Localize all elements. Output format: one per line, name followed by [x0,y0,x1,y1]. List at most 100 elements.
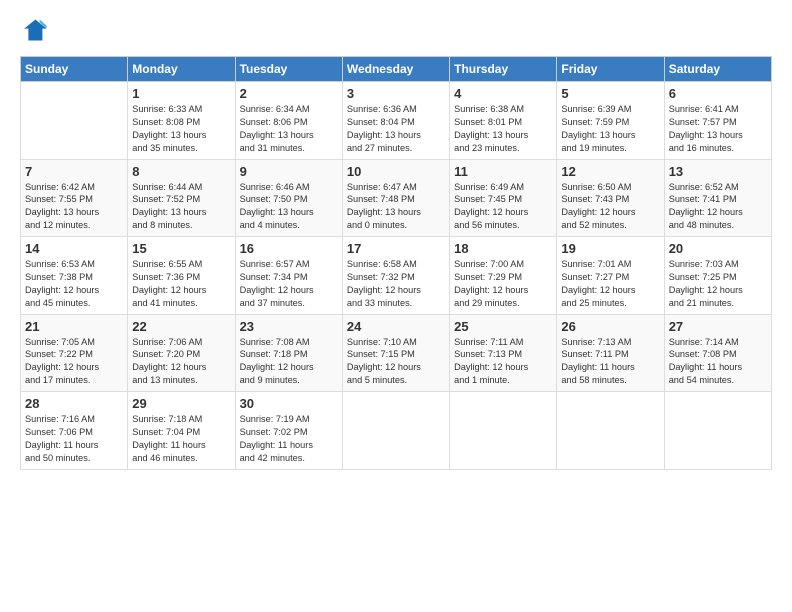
day-info: Sunrise: 6:47 AM Sunset: 7:48 PM Dayligh… [347,181,445,233]
day-number: 6 [669,86,767,101]
calendar-week-row: 28 Sunrise: 7:16 AM Sunset: 7:06 PM Dayli… [21,392,772,470]
calendar-cell: 11 Sunrise: 6:49 AM Sunset: 7:45 PM Dayli… [450,159,557,237]
day-number: 14 [25,241,123,256]
calendar-cell: 25Sunrise: 7:11 AM Sunset: 7:13 PM Dayli… [450,314,557,392]
calendar-cell: 5Sunrise: 6:39 AM Sunset: 7:59 PM Daylig… [557,82,664,160]
calendar-cell: 19 Sunrise: 7:01 AM Sunset: 7:27 PM Dayli… [557,237,664,315]
calendar-cell: 8Sunrise: 6:44 AM Sunset: 7:52 PM Daylig… [128,159,235,237]
day-number: 28 [25,396,123,411]
calendar-cell: 28 Sunrise: 7:16 AM Sunset: 7:06 PM Dayli… [21,392,128,470]
header-day: Wednesday [342,57,449,82]
calendar-cell: 2 Sunrise: 6:34 AM Sunset: 8:06 PM Daylig… [235,82,342,160]
calendar-cell: 7 Sunrise: 6:42 AM Sunset: 7:55 PM Daylig… [21,159,128,237]
day-info: Sunrise: 6:55 AM Sunset: 7:36 PM Dayligh… [132,258,230,310]
day-number: 8 [132,164,230,179]
calendar-table: SundayMondayTuesdayWednesdayThursdayFrid… [20,56,772,470]
calendar-cell: 1Sunrise: 6:33 AM Sunset: 8:08 PM Daylig… [128,82,235,160]
calendar-cell: 23Sunrise: 7:08 AM Sunset: 7:18 PM Dayli… [235,314,342,392]
calendar-cell [450,392,557,470]
day-number: 9 [240,164,338,179]
calendar-cell: 20 Sunrise: 7:03 AM Sunset: 7:25 PM Dayli… [664,237,771,315]
logo-icon [20,16,48,44]
calendar-cell: 26 Sunrise: 7:13 AM Sunset: 7:11 PM Dayli… [557,314,664,392]
day-info: Sunrise: 6:53 AM Sunset: 7:38 PM Dayligh… [25,258,123,310]
calendar-cell: 3 Sunrise: 6:36 AM Sunset: 8:04 PM Daylig… [342,82,449,160]
day-info: Sunrise: 7:18 AM Sunset: 7:04 PM Dayligh… [132,413,230,465]
calendar-cell: 13 Sunrise: 6:52 AM Sunset: 7:41 PM Dayli… [664,159,771,237]
calendar-cell: 27 Sunrise: 7:14 AM Sunset: 7:08 PM Dayli… [664,314,771,392]
day-info: Sunrise: 7:05 AM Sunset: 7:22 PM Dayligh… [25,336,123,388]
day-number: 17 [347,241,445,256]
day-number: 21 [25,319,123,334]
day-number: 3 [347,86,445,101]
day-number: 26 [561,319,659,334]
day-info: Sunrise: 7:16 AM Sunset: 7:06 PM Dayligh… [25,413,123,465]
logo [20,16,52,44]
header-day: Sunday [21,57,128,82]
calendar-week-row: 14 Sunrise: 6:53 AM Sunset: 7:38 PM Dayli… [21,237,772,315]
day-number: 11 [454,164,552,179]
day-number: 10 [347,164,445,179]
calendar-cell: 21 Sunrise: 7:05 AM Sunset: 7:22 PM Dayli… [21,314,128,392]
day-number: 15 [132,241,230,256]
calendar-cell [21,82,128,160]
day-info: Sunrise: 7:19 AM Sunset: 7:02 PM Dayligh… [240,413,338,465]
header-day: Saturday [664,57,771,82]
day-number: 7 [25,164,123,179]
day-info: Sunrise: 6:38 AM Sunset: 8:01 PM Dayligh… [454,103,552,155]
day-number: 4 [454,86,552,101]
day-info: Sunrise: 6:52 AM Sunset: 7:41 PM Dayligh… [669,181,767,233]
day-info: Sunrise: 7:14 AM Sunset: 7:08 PM Dayligh… [669,336,767,388]
day-info: Sunrise: 7:11 AM Sunset: 7:13 PM Dayligh… [454,336,552,388]
calendar-cell: 18Sunrise: 7:00 AM Sunset: 7:29 PM Dayli… [450,237,557,315]
calendar-week-row: 1Sunrise: 6:33 AM Sunset: 8:08 PM Daylig… [21,82,772,160]
day-info: Sunrise: 7:03 AM Sunset: 7:25 PM Dayligh… [669,258,767,310]
day-number: 2 [240,86,338,101]
day-info: Sunrise: 6:46 AM Sunset: 7:50 PM Dayligh… [240,181,338,233]
header-day: Friday [557,57,664,82]
calendar-cell: 30 Sunrise: 7:19 AM Sunset: 7:02 PM Dayli… [235,392,342,470]
day-info: Sunrise: 6:34 AM Sunset: 8:06 PM Dayligh… [240,103,338,155]
day-info: Sunrise: 7:10 AM Sunset: 7:15 PM Dayligh… [347,336,445,388]
day-info: Sunrise: 6:39 AM Sunset: 7:59 PM Dayligh… [561,103,659,155]
day-info: Sunrise: 6:58 AM Sunset: 7:32 PM Dayligh… [347,258,445,310]
calendar-cell: 16 Sunrise: 6:57 AM Sunset: 7:34 PM Dayli… [235,237,342,315]
day-number: 30 [240,396,338,411]
day-number: 13 [669,164,767,179]
calendar-cell: 14 Sunrise: 6:53 AM Sunset: 7:38 PM Dayli… [21,237,128,315]
calendar-cell: 10 Sunrise: 6:47 AM Sunset: 7:48 PM Dayli… [342,159,449,237]
calendar-cell: 17 Sunrise: 6:58 AM Sunset: 7:32 PM Dayli… [342,237,449,315]
day-number: 27 [669,319,767,334]
calendar-cell: 4 Sunrise: 6:38 AM Sunset: 8:01 PM Daylig… [450,82,557,160]
day-number: 22 [132,319,230,334]
day-number: 1 [132,86,230,101]
calendar-cell: 24Sunrise: 7:10 AM Sunset: 7:15 PM Dayli… [342,314,449,392]
day-info: Sunrise: 6:50 AM Sunset: 7:43 PM Dayligh… [561,181,659,233]
calendar-cell: 15 Sunrise: 6:55 AM Sunset: 7:36 PM Dayli… [128,237,235,315]
day-info: Sunrise: 6:49 AM Sunset: 7:45 PM Dayligh… [454,181,552,233]
day-info: Sunrise: 6:36 AM Sunset: 8:04 PM Dayligh… [347,103,445,155]
day-info: Sunrise: 7:01 AM Sunset: 7:27 PM Dayligh… [561,258,659,310]
day-info: Sunrise: 6:41 AM Sunset: 7:57 PM Dayligh… [669,103,767,155]
day-info: Sunrise: 6:42 AM Sunset: 7:55 PM Dayligh… [25,181,123,233]
calendar-week-row: 21 Sunrise: 7:05 AM Sunset: 7:22 PM Dayli… [21,314,772,392]
page: SundayMondayTuesdayWednesdayThursdayFrid… [0,0,792,612]
day-info: Sunrise: 7:08 AM Sunset: 7:18 PM Dayligh… [240,336,338,388]
calendar-cell: 6 Sunrise: 6:41 AM Sunset: 7:57 PM Daylig… [664,82,771,160]
calendar-cell: 22 Sunrise: 7:06 AM Sunset: 7:20 PM Dayli… [128,314,235,392]
day-info: Sunrise: 7:00 AM Sunset: 7:29 PM Dayligh… [454,258,552,310]
calendar-cell: 9 Sunrise: 6:46 AM Sunset: 7:50 PM Daylig… [235,159,342,237]
calendar-cell: 29 Sunrise: 7:18 AM Sunset: 7:04 PM Dayli… [128,392,235,470]
day-number: 19 [561,241,659,256]
day-info: Sunrise: 7:13 AM Sunset: 7:11 PM Dayligh… [561,336,659,388]
calendar-week-row: 7 Sunrise: 6:42 AM Sunset: 7:55 PM Daylig… [21,159,772,237]
day-number: 12 [561,164,659,179]
day-info: Sunrise: 6:57 AM Sunset: 7:34 PM Dayligh… [240,258,338,310]
day-number: 16 [240,241,338,256]
header-day: Thursday [450,57,557,82]
day-number: 29 [132,396,230,411]
day-info: Sunrise: 7:06 AM Sunset: 7:20 PM Dayligh… [132,336,230,388]
day-number: 20 [669,241,767,256]
calendar-cell: 12 Sunrise: 6:50 AM Sunset: 7:43 PM Dayli… [557,159,664,237]
header [20,16,772,44]
